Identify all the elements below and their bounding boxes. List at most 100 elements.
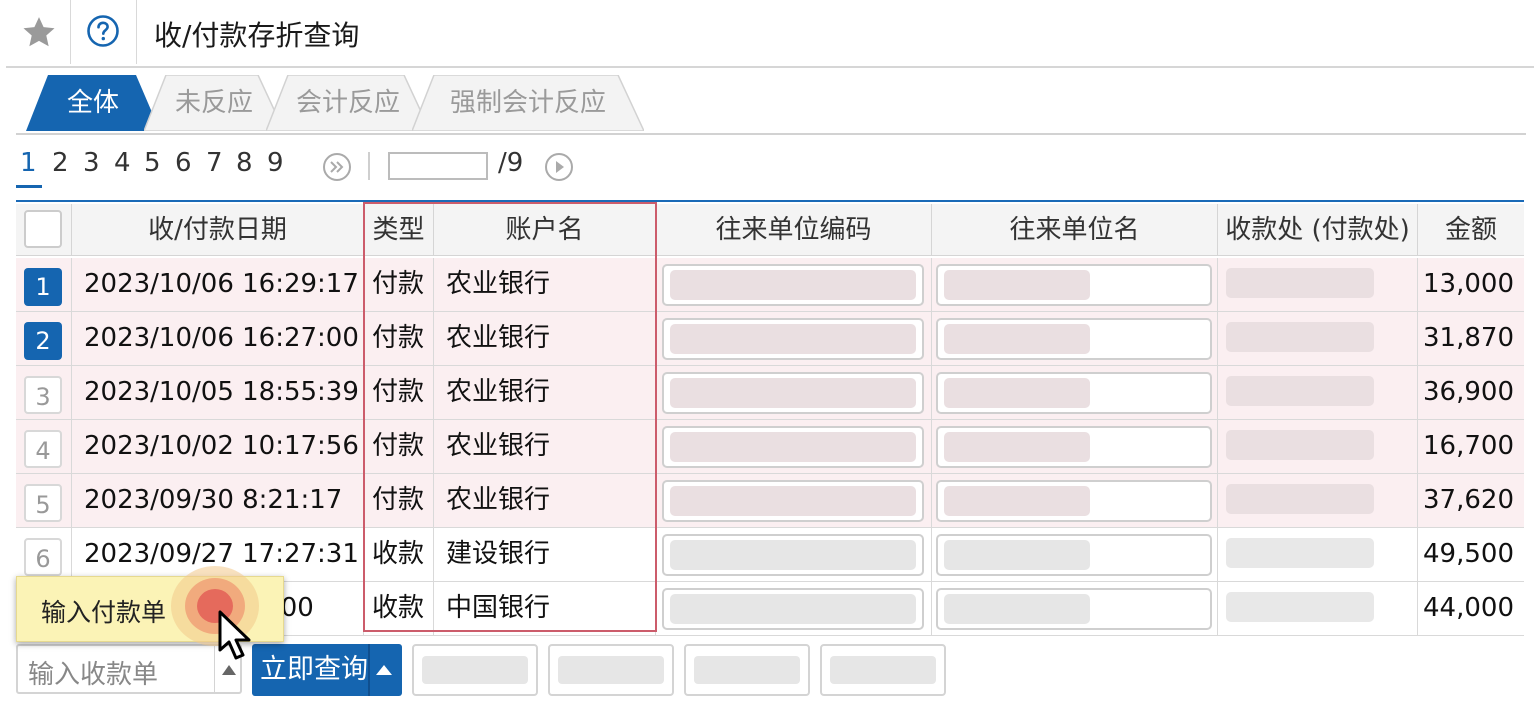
star-icon[interactable]: [20, 14, 58, 52]
account-cell: 农业银行: [434, 366, 656, 419]
page-link[interactable]: 7: [206, 148, 223, 178]
tab-accounting[interactable]: 会计反应: [266, 75, 430, 131]
date-cell: 2023/10/06 16:29:17: [72, 258, 364, 311]
redacted-value: [944, 270, 1090, 300]
partner-code-cell: [656, 366, 932, 419]
type-cell: 付款: [364, 420, 434, 473]
page-link[interactable]: 4: [114, 148, 131, 178]
partner-name-input[interactable]: [936, 264, 1212, 306]
table-row[interactable]: 3 2023/10/05 18:55:39 付款 农业银行 36,900: [16, 366, 1524, 420]
row-number[interactable]: 2: [24, 322, 62, 360]
partner-code-input[interactable]: [662, 534, 924, 576]
amount-cell: 44,000: [1423, 593, 1514, 623]
next-pages-icon[interactable]: [322, 152, 352, 182]
caret-up-icon[interactable]: [376, 665, 392, 675]
query-now-button[interactable]: 立即查询: [252, 644, 402, 696]
redacted-value: [1226, 592, 1374, 622]
table-row[interactable]: 4 2023/10/02 10:17:56 付款 农业银行 16,700: [16, 420, 1524, 474]
page-link[interactable]: 6: [175, 148, 192, 178]
partner-code-input[interactable]: [662, 588, 924, 630]
tab-label: 强制会计反应: [449, 88, 606, 118]
page-number-input[interactable]: [388, 152, 488, 180]
row-number[interactable]: 3: [24, 376, 62, 414]
table-row[interactable]: 5 2023/09/30 8:21:17 付款 农业银行 37,620: [16, 474, 1524, 528]
partner-name-input[interactable]: [936, 426, 1212, 468]
row-number-cell: 3: [16, 366, 72, 419]
col-header-amount[interactable]: 金额: [1418, 204, 1524, 256]
partner-name-input[interactable]: [936, 318, 1212, 360]
redacted-value: [944, 432, 1090, 462]
amount-cell: 16,700: [1423, 431, 1514, 461]
partner-code-cell: [656, 258, 932, 311]
partner-code-input[interactable]: [662, 264, 924, 306]
partner-name-input[interactable]: [936, 372, 1212, 414]
redacted-button[interactable]: [684, 644, 810, 696]
payee-cell: [1218, 366, 1418, 419]
redacted-value: [1226, 430, 1374, 460]
page-link[interactable]: 5: [144, 148, 161, 178]
col-header-partner-name[interactable]: 往来单位名: [932, 204, 1218, 256]
amount-cell: 49,500: [1423, 539, 1514, 569]
col-header-payee[interactable]: 收款处 (付款处): [1218, 204, 1418, 256]
payee-cell: [1218, 258, 1418, 311]
page-link[interactable]: 8: [236, 148, 253, 178]
redacted-button[interactable]: [820, 644, 946, 696]
select-all-checkbox[interactable]: [24, 210, 62, 248]
redacted-value: [944, 378, 1090, 408]
type-cell: 收款: [364, 528, 434, 581]
col-header-date[interactable]: 收/付款日期: [72, 204, 364, 256]
partner-code-input[interactable]: [662, 426, 924, 468]
redacted-value: [670, 432, 916, 462]
row-number[interactable]: 6: [24, 538, 62, 576]
type-cell: 付款: [364, 312, 434, 365]
col-header-partner-code[interactable]: 往来单位编码: [656, 204, 932, 256]
partner-code-cell: [656, 528, 932, 581]
amount-cell: 31,870: [1423, 323, 1514, 353]
redacted-button[interactable]: [412, 644, 538, 696]
col-header-type[interactable]: 类型: [364, 204, 434, 256]
account-cell: 农业银行: [434, 312, 656, 365]
payee-cell: [1218, 420, 1418, 473]
amount-cell: 37,620: [1423, 485, 1514, 515]
row-number[interactable]: 4: [24, 430, 62, 468]
tab-label: 会计反应: [295, 88, 400, 118]
partner-code-input[interactable]: [662, 372, 924, 414]
date-cell: 2023/10/02 10:17:56: [72, 420, 364, 473]
partner-name-input[interactable]: [936, 480, 1212, 522]
redacted-value: [1226, 484, 1374, 514]
partner-code-input[interactable]: [662, 318, 924, 360]
row-number-cell: 6: [16, 528, 72, 581]
go-page-icon[interactable]: [544, 152, 574, 182]
caret-up-icon[interactable]: [222, 665, 236, 675]
page-link[interactable]: 1: [20, 148, 37, 178]
partner-name-input[interactable]: [936, 588, 1212, 630]
page-link[interactable]: 3: [83, 148, 100, 178]
redacted-value: [1226, 268, 1374, 298]
redacted-label: [422, 656, 528, 684]
page-link[interactable]: 2: [52, 148, 69, 178]
tab-unreacted[interactable]: 未反应: [144, 75, 284, 131]
date-cell: 2023/10/05 18:55:39: [72, 366, 364, 419]
redacted-value: [670, 486, 916, 516]
redacted-value: [944, 486, 1090, 516]
redacted-button[interactable]: [548, 644, 674, 696]
partner-name-cell: [932, 582, 1218, 635]
table-row[interactable]: 2 2023/10/06 16:27:00 付款 农业银行 31,870: [16, 312, 1524, 366]
table-row[interactable]: 1 2023/10/06 16:29:17 付款 农业银行 13,000: [16, 258, 1524, 312]
redacted-value: [670, 324, 916, 354]
partner-name-cell: [932, 474, 1218, 527]
redacted-label: [558, 656, 664, 684]
col-header-account[interactable]: 账户名: [434, 204, 656, 256]
header-divider: [70, 0, 71, 64]
partner-name-input[interactable]: [936, 534, 1212, 576]
partner-code-input[interactable]: [662, 480, 924, 522]
page-link[interactable]: 9: [267, 148, 284, 178]
row-number[interactable]: 5: [24, 484, 62, 522]
help-icon[interactable]: [86, 14, 120, 48]
input-receipt-combo[interactable]: 输入收款单: [16, 644, 242, 694]
redacted-value: [944, 540, 1090, 570]
tab-forced-accounting[interactable]: 强制会计反应: [412, 75, 644, 131]
tab-all[interactable]: 全体: [26, 75, 160, 131]
partner-code-cell: [656, 420, 932, 473]
row-number[interactable]: 1: [24, 268, 62, 306]
